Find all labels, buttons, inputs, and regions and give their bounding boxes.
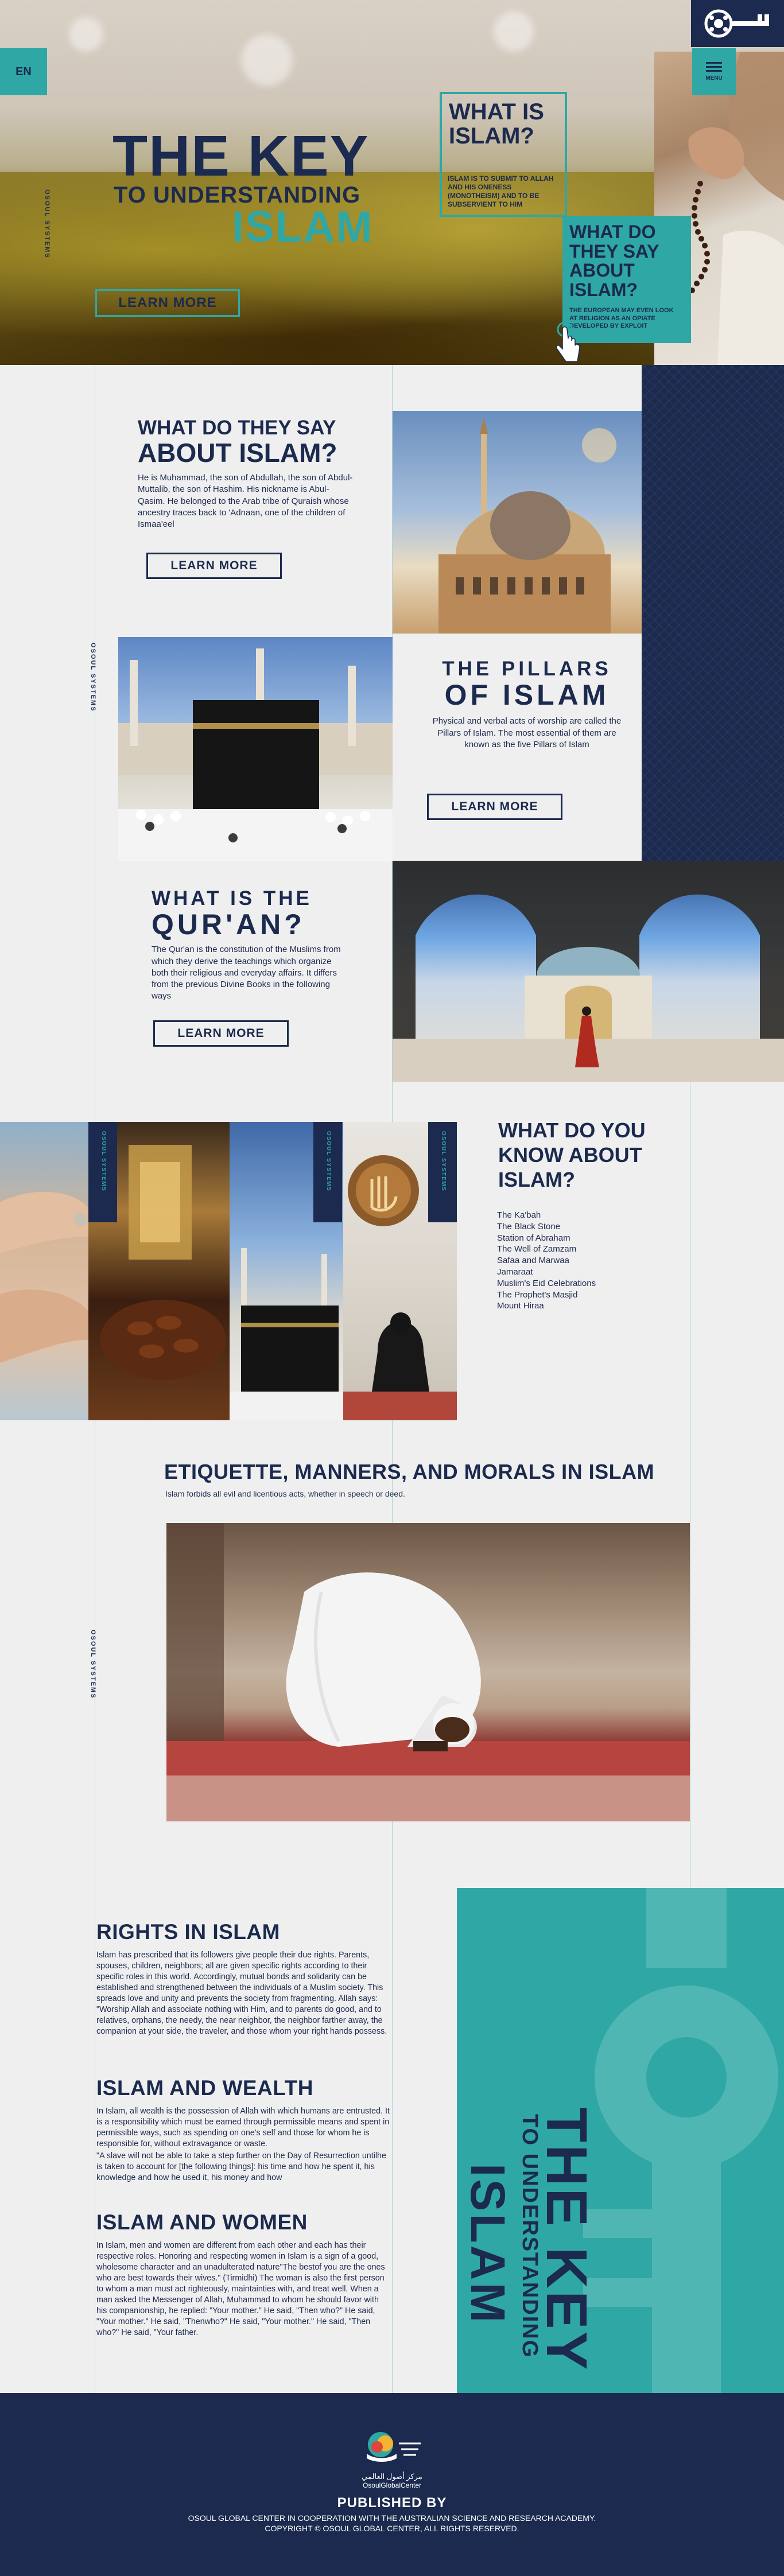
hero-section: EN MENU OSOUL SYSTEMS THE KEY TO UNDERST… (0, 0, 784, 365)
side-brand-label: OSOUL SYSTEMS (44, 189, 51, 259)
women-title: ISLAM AND WOMEN (96, 2210, 308, 2234)
hero-title: THE KEY (112, 124, 370, 188)
card-text: ISLAM IS TO SUBMIT TO ALLAH AND HIS ONEN… (448, 174, 554, 208)
published-by: PUBLISHED BY (337, 2495, 447, 2511)
list-item[interactable]: The Black Stone (497, 1221, 596, 1233)
hamburger-menu-icon (706, 62, 722, 64)
menu-button[interactable]: MENU (692, 48, 736, 95)
pointer-hand-icon (554, 321, 582, 365)
rights-text: Islam has prescribed that its followers … (96, 1951, 387, 2036)
site-logo[interactable] (691, 0, 784, 47)
side-brand-label: OSOUL SYSTEMS (90, 643, 96, 712)
know-topics-list: The Ka'bah The Black Stone Station of Ab… (497, 1210, 596, 1312)
know-title: WHAT DO YOU KNOW ABOUT ISLAM? (498, 1118, 646, 1192)
pillars-title-line2: OF ISLAM (444, 678, 610, 711)
menu-label: MENU (705, 75, 723, 81)
list-item[interactable]: Muslim's Eid Celebrations (497, 1278, 596, 1289)
key-logo-icon (704, 9, 769, 38)
quran-title-line2: QUR'AN? (152, 908, 305, 941)
promo-title-line2: TO UNDERSTANDING (518, 2114, 542, 2359)
about-text: He is Muhammad, the son of Abdullah, the… (138, 473, 353, 530)
list-item[interactable]: Safaa and Marwaa (497, 1255, 596, 1266)
language-button[interactable]: EN (0, 48, 47, 95)
footer-logo-latin: OsoulGlobalCenter (362, 2481, 422, 2489)
card-title: WHAT IS ISLAM? (449, 99, 544, 149)
decorative-pattern-panel (642, 365, 784, 861)
about-title-line2: ABOUT ISLAM? (138, 437, 337, 468)
about-block: WHAT DO THEY SAY ABOUT ISLAM? He is Muha… (138, 417, 379, 530)
list-item[interactable]: Station of Abraham (497, 1233, 596, 1244)
prayer-image (166, 1523, 690, 1821)
card-title: WHAT DO THEY SAY ABOUT ISLAM? (569, 222, 659, 300)
quran-text: The Qur'an is the constitution of the Mu… (152, 945, 341, 1001)
hero-learn-more-button[interactable]: LEARN MORE (95, 289, 240, 317)
wealth-title: ISLAM AND WEALTH (96, 2076, 313, 2100)
etiquette-subtitle: Islam forbids all evil and licentious ac… (165, 1489, 405, 1498)
list-item[interactable]: The Well of Zamzam (497, 1244, 596, 1255)
footer: مركز أصول العالمي OsoulGlobalCenter PUBL… (0, 2393, 784, 2576)
side-brand-label: OSOUL SYSTEMS (90, 1630, 96, 1699)
women-block: ISLAM AND WOMEN In Islam, men and women … (96, 2210, 390, 2338)
pillars-block: THE PILLARS OF ISLAM Physical and verbal… (424, 658, 630, 751)
collage-label-strip: OSOUL SYSTEMS (428, 1122, 457, 1222)
list-item[interactable]: Jamaraat (497, 1266, 596, 1278)
quran-title-line1: WHAT IS THE (152, 887, 312, 910)
rights-block: RIGHTS IN ISLAM Islam has prescribed tha… (96, 1920, 390, 2037)
quran-block: WHAT IS THE QUR'AN? The Qur'an is the co… (152, 888, 381, 1003)
promo-title-line3: ISLAM (461, 2163, 515, 2325)
wealth-quote: "A slave will not be able to take a step… (96, 2151, 386, 2182)
collage-label-strip: OSOUL SYSTEMS (88, 1122, 117, 1222)
footer-logo-arabic: مركز أصول العالمي (362, 2472, 422, 2481)
quran-learn-more-button[interactable]: LEARN MORE (153, 1020, 289, 1047)
pillars-text: Physical and verbal acts of worship are … (432, 716, 622, 749)
collage-label-strip: OSOUL SYSTEMS (313, 1122, 342, 1222)
wealth-block: ISLAM AND WEALTH In Islam, all wealth is… (96, 2076, 390, 2183)
footer-cooperation: OSOUL GLOBAL CENTER IN COOPERATION WITH … (188, 2513, 596, 2523)
about-title-line1: WHAT DO THEY SAY (138, 417, 336, 439)
mosque-arch-image (393, 861, 784, 1082)
kaaba-image (118, 637, 393, 861)
footer-copyright: COPYRIGHT © OSOUL GLOBAL CENTER, ALL RIG… (265, 2524, 519, 2533)
what-is-islam-card[interactable]: WHAT IS ISLAM? ISLAM IS TO SUBMIT TO ALL… (440, 92, 567, 217)
list-item[interactable]: Mount Hiraa (497, 1300, 596, 1312)
list-item[interactable]: The Prophet's Masjid (497, 1289, 596, 1301)
promo-title-line1: THE KEY (534, 2107, 599, 2372)
islam-collage: OSOUL SYSTEMS OSOUL SYSTEMS OSOUL SYSTEM… (0, 1122, 457, 1420)
etiquette-title: ETIQUETTE, MANNERS, AND MORALS IN ISLAM (164, 1460, 655, 1483)
pillars-learn-more-button[interactable]: LEARN MORE (427, 794, 562, 820)
wealth-text: In Islam, all wealth is the possession o… (96, 2107, 390, 2148)
footer-logo[interactable] (358, 2429, 426, 2469)
list-item[interactable]: The Ka'bah (497, 1210, 596, 1221)
mosque-dome-image (393, 411, 642, 634)
card-text: THE EUROPEAN MAY EVEN LOOK AT RELIGION A… (569, 306, 674, 330)
pillars-title-line1: THE PILLARS (442, 658, 612, 680)
hands-image (0, 1122, 88, 1420)
hero-highlight: ISLAM (232, 203, 374, 251)
about-learn-more-button[interactable]: LEARN MORE (146, 553, 282, 579)
rights-title: RIGHTS IN ISLAM (96, 1920, 280, 1944)
women-text: In Islam, men and women are different fr… (96, 2241, 385, 2337)
